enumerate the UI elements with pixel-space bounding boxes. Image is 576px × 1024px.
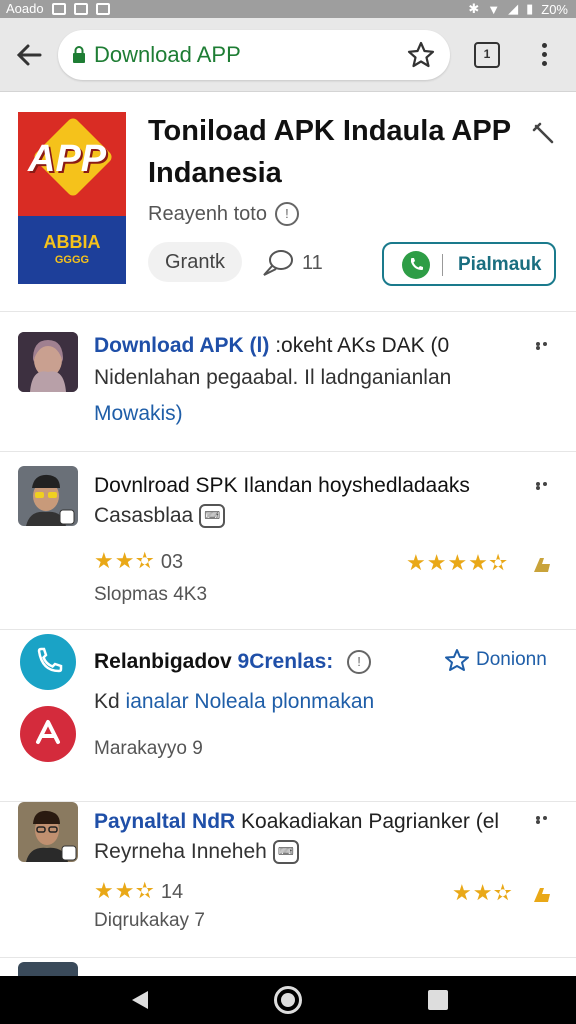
list-item[interactable]: Relanbigadov 9Crenlas: ! Donionn Kd iana… <box>0 630 576 802</box>
logo-subtext: ABBIA <box>43 232 101 252</box>
image-icon <box>95 2 110 15</box>
logo-subtext-small: GGGG <box>54 254 90 266</box>
more-options-icon[interactable] <box>534 482 554 490</box>
more-options-icon[interactable] <box>534 342 554 350</box>
nav-back-icon[interactable] <box>128 989 150 1011</box>
list-item[interactable]: Dovnlroad SPK Ilandan hoyshedladaaks Cas… <box>0 452 576 630</box>
item-title[interactable]: Download APK (l) :okeht AKs DAK (0 <box>94 334 449 358</box>
app-logo: APP ABBIA GGGG <box>18 112 126 284</box>
status-carrier: Aoado <box>6 1 44 16</box>
bookmark-star-icon[interactable] <box>406 41 436 69</box>
thumb-up-icon[interactable] <box>532 556 552 572</box>
comment-count-value: 11 <box>302 251 323 274</box>
status-bar: Aoado ✱ ▼ ◢ ▮ Z0% <box>0 0 576 18</box>
back-arrow-icon[interactable] <box>12 38 46 72</box>
browser-toolbar: Download APP 1 <box>0 18 576 92</box>
avatar <box>18 332 78 392</box>
nav-recents-icon[interactable] <box>428 990 448 1010</box>
app-header: APP ABBIA GGGG Toniload APK Indaula APP … <box>0 92 576 312</box>
keyboard-icon: ⌨ <box>199 504 226 529</box>
url-text: Download APP <box>94 42 241 67</box>
rating-stars: ★★✫ 14 <box>94 878 184 903</box>
item-meta: Slopmas 4K3 <box>94 584 208 605</box>
install-label: Pialmauk <box>458 254 542 275</box>
item-description: Nidenlahan pegaabal. Il ladnganianlan <box>94 366 452 389</box>
tab-switcher-button[interactable]: 1 <box>474 42 500 68</box>
gear-icon: ✱ <box>468 1 480 16</box>
app-title: Toniload APK Indaula APP Indanesia <box>148 115 511 189</box>
rating-stars-right: ★★★★✫ <box>406 550 509 575</box>
system-nav-bar <box>0 976 576 1024</box>
status-left: Aoado <box>6 1 110 16</box>
item-description: Reyrneha Inneheh ⌨ <box>94 840 299 865</box>
thumb-up-icon[interactable] <box>532 886 552 902</box>
edit-icon[interactable] <box>530 120 558 148</box>
item-title[interactable]: Paynaltal NdR Koakadiakan Pagrianker (el <box>94 810 499 834</box>
mail-icon <box>73 2 88 15</box>
item-title[interactable]: Dovnlroad SPK Ilandan hoyshedladaaks <box>94 474 470 498</box>
more-options-icon[interactable] <box>534 816 554 824</box>
follow-button[interactable]: Donionn <box>444 648 547 672</box>
battery-icon: ▮ <box>526 1 534 16</box>
comment-count[interactable]: 11 <box>260 248 323 278</box>
item-description: Casasblaa ⌨ <box>94 504 226 529</box>
keyboard-icon: ⌨ <box>272 840 299 865</box>
app-subtitle: Reayenh toto <box>148 202 267 225</box>
item-meta: Marakayyo 9 <box>94 738 203 759</box>
install-button[interactable]: Pialmauk <box>382 242 556 286</box>
item-title[interactable]: Relanbigadov 9Crenlas: ! <box>94 650 372 675</box>
comment-icon <box>263 250 293 276</box>
app-icon-red <box>20 706 76 762</box>
wifi-icon: ▼ <box>487 1 501 17</box>
lock-icon <box>73 46 85 63</box>
avatar <box>18 466 78 526</box>
whatsapp-icon <box>402 251 430 279</box>
phone-app-avatar <box>20 634 76 690</box>
notification-icon <box>51 2 66 15</box>
item-link[interactable]: Mowakis) <box>94 402 183 426</box>
info-icon[interactable]: ! <box>274 202 299 226</box>
item-description: Kd ianalar Noleala plonmakan <box>94 690 375 713</box>
avatar <box>18 802 78 862</box>
overflow-menu-icon[interactable] <box>536 40 552 70</box>
rating-stars-right: ★★✫ <box>452 880 513 905</box>
address-bar[interactable]: Download APP <box>58 30 450 80</box>
signal-icon: ◢ <box>508 1 519 16</box>
status-right: ✱ ▼ ◢ ▮ Z0% <box>468 1 568 17</box>
item-meta: Diqrukakay 7 <box>94 910 205 931</box>
rating-stars: ★★✫ 03 <box>94 548 184 573</box>
star-icon <box>445 649 469 671</box>
list-item[interactable]: Paynaltal NdR Koakadiakan Pagrianker (el… <box>0 802 576 958</box>
nav-home-icon[interactable] <box>274 986 302 1014</box>
avatar-partial <box>18 962 78 976</box>
battery-percent: Z0% <box>541 1 568 17</box>
logo-text: APP <box>28 138 107 180</box>
category-chip[interactable]: Grantk <box>148 242 242 282</box>
list-item[interactable]: Download APK (l) :okeht AKs DAK (0 Niden… <box>0 312 576 452</box>
app-subtitle-row: Reayenh toto ! <box>148 202 299 226</box>
info-icon[interactable]: ! <box>347 650 372 675</box>
